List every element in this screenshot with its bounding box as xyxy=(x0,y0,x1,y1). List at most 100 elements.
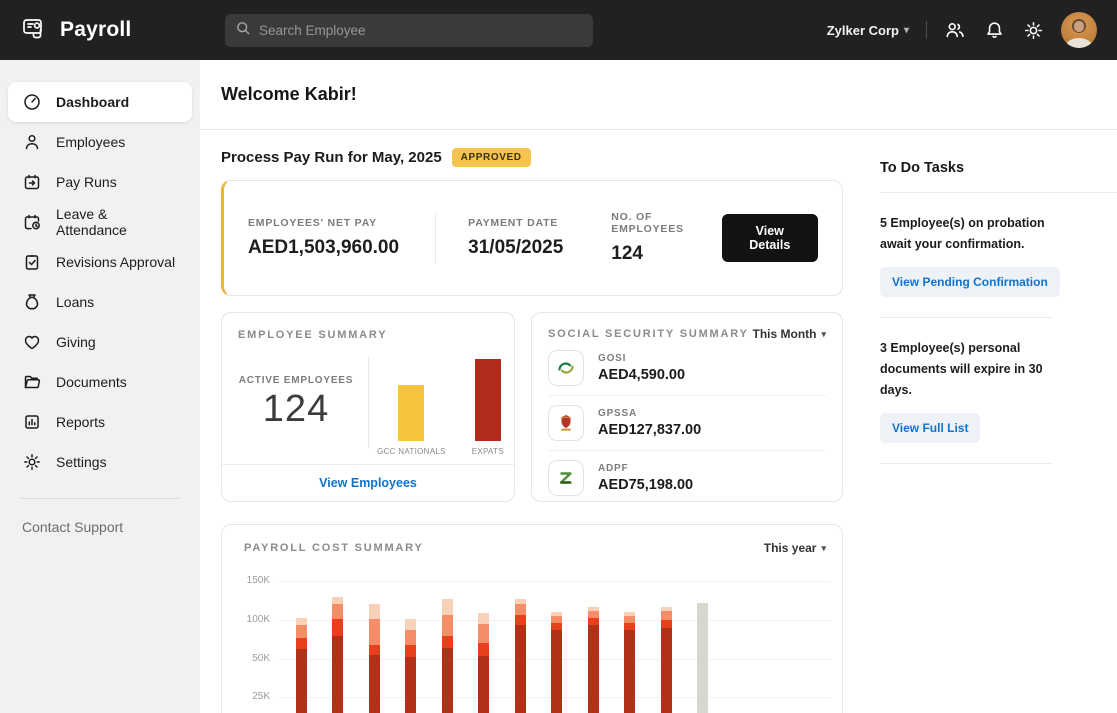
provider-name: GOSI xyxy=(598,353,685,364)
period-dropdown-month[interactable]: This Month ▾ xyxy=(752,327,826,341)
provider-name: ADPF xyxy=(598,463,693,474)
stat-divider xyxy=(435,213,436,263)
view-pending-confirmation-button[interactable]: View Pending Confirmation xyxy=(880,267,1060,297)
stacked-bar-segment xyxy=(697,603,708,713)
gosi-logo-icon xyxy=(548,350,584,386)
stacked-bar-segment xyxy=(296,618,307,625)
stat-label: PAYMENT DATE xyxy=(468,217,563,229)
employee-search[interactable] xyxy=(225,14,593,47)
bar-label: EXPATS xyxy=(472,447,504,456)
social-security-row-gosi: GOSI AED4,590.00 xyxy=(548,341,826,395)
sidebar-item-dashboard[interactable]: Dashboard xyxy=(8,82,192,122)
users-icon[interactable] xyxy=(944,19,966,41)
payrun-summary-card: EMPLOYEES' NET PAY AED1,503,960.00 PAYME… xyxy=(221,180,843,296)
provider-amount: AED75,198.00 xyxy=(598,477,693,493)
stacked-bar-segment xyxy=(588,625,599,713)
view-details-button[interactable]: View Details xyxy=(722,214,818,262)
stacked-bar-segment xyxy=(661,611,672,620)
payment-date-stat: PAYMENT DATE 31/05/2025 xyxy=(468,217,563,259)
sidebar-item-label: Settings xyxy=(56,454,107,470)
sidebar-item-leave-attendance[interactable]: Leave & Attendance xyxy=(8,202,192,242)
leave-attendance-icon xyxy=(22,212,42,232)
dropdown-value: This Month xyxy=(752,327,816,341)
giving-heart-icon xyxy=(22,332,42,352)
topbar: Payroll Zylker Corp ▾ xyxy=(0,0,1117,60)
task-text: 5 Employee(s) on probation await your co… xyxy=(880,213,1070,254)
stat-value: AED1,503,960.00 xyxy=(248,237,403,259)
social-security-row-adpf: ADPF AED75,198.00 xyxy=(548,451,826,505)
employee-mix-chart: GCC NATIONALSEXPATS xyxy=(377,349,504,456)
stacked-bar-segment xyxy=(405,619,416,630)
search-input[interactable] xyxy=(259,23,583,38)
period-dropdown-year[interactable]: This year ▾ xyxy=(764,541,826,555)
sidebar-item-loans[interactable]: Loans xyxy=(8,282,192,322)
main-area: Welcome Kabir! Process Pay Run for May, … xyxy=(200,60,1117,713)
stacked-bar-segment xyxy=(624,612,635,616)
stacked-bar-segment xyxy=(661,628,672,713)
sidebar-item-reports[interactable]: Reports xyxy=(8,402,192,442)
sidebar-item-label: Employees xyxy=(56,134,125,150)
stacked-bar-segment xyxy=(369,645,380,655)
provider-name: GPSSA xyxy=(598,408,701,419)
gridline xyxy=(278,581,830,582)
org-selector[interactable]: Zylker Corp ▾ xyxy=(827,23,909,38)
stat-label: EMPLOYEES' NET PAY xyxy=(248,217,403,229)
view-full-list-button[interactable]: View Full List xyxy=(880,413,980,443)
page-title: Welcome Kabir! xyxy=(221,84,357,105)
stacked-bar-segment xyxy=(332,604,343,619)
payrun-heading-row: Process Pay Run for May, 2025 APPROVED xyxy=(221,148,843,167)
sidebar-item-employees[interactable]: Employees xyxy=(8,122,192,162)
active-employees-stat: ACTIVE EMPLOYEES 124 xyxy=(232,375,360,431)
user-avatar[interactable] xyxy=(1061,12,1097,48)
avatar-face xyxy=(1074,21,1084,32)
stacked-bar-segment xyxy=(442,599,453,615)
stacked-bar-segment xyxy=(661,620,672,628)
vertical-divider xyxy=(368,357,369,449)
topbar-separator xyxy=(926,21,927,39)
stacked-bar-segment xyxy=(588,607,599,611)
sidebar: Dashboard Employees Pay Runs Leave & Att… xyxy=(0,60,200,713)
documents-folder-icon xyxy=(22,372,42,392)
view-employees-link[interactable]: View Employees xyxy=(319,476,417,490)
search-icon xyxy=(235,20,251,41)
contact-support-link[interactable]: Contact Support xyxy=(22,519,192,535)
stacked-bar-segment xyxy=(332,636,343,713)
notifications-bell-icon[interactable] xyxy=(983,19,1005,41)
sidebar-item-giving[interactable]: Giving xyxy=(8,322,192,362)
todo-panel: To Do Tasks 5 Employee(s) on probation a… xyxy=(843,130,1117,713)
provider-amount: AED127,837.00 xyxy=(598,422,701,438)
org-name: Zylker Corp xyxy=(827,23,899,38)
todo-title: To Do Tasks xyxy=(880,160,1117,176)
employees-icon xyxy=(22,132,42,152)
loans-icon xyxy=(22,292,42,312)
sidebar-item-label: Loans xyxy=(56,294,94,310)
employee-summary-card: EMPLOYEE SUMMARY ACTIVE EMPLOYEES 124 GC… xyxy=(221,312,515,502)
sidebar-item-documents[interactable]: Documents xyxy=(8,362,192,402)
settings-gear-icon[interactable] xyxy=(1022,19,1044,41)
task-text: 3 Employee(s) personal documents will ex… xyxy=(880,338,1070,400)
payroll-cost-chart: 150K100K50K25K xyxy=(222,563,842,713)
stacked-bar-segment xyxy=(478,656,489,713)
sidebar-divider xyxy=(20,498,180,499)
card-title: SOCIAL SECURITY SUMMARY xyxy=(548,328,749,340)
stacked-bar-segment xyxy=(515,625,526,713)
welcome-header: Welcome Kabir! xyxy=(200,60,1117,130)
avatar-shoulders xyxy=(1066,38,1092,48)
stacked-bar-segment xyxy=(442,636,453,648)
sidebar-item-label: Revisions Approval xyxy=(56,254,175,270)
bar xyxy=(475,359,501,441)
stacked-bar-segment xyxy=(296,625,307,637)
stacked-bar-segment xyxy=(332,597,343,604)
y-axis-tick: 100K xyxy=(230,614,270,625)
sidebar-item-label: Dashboard xyxy=(56,94,129,110)
provider-amount: AED4,590.00 xyxy=(598,367,685,383)
chevron-down-icon: ▾ xyxy=(821,329,826,340)
stacked-bar-segment xyxy=(661,607,672,611)
social-security-card: SOCIAL SECURITY SUMMARY This Month ▾ xyxy=(531,312,843,502)
chevron-down-icon: ▾ xyxy=(904,25,909,36)
sidebar-item-pay-runs[interactable]: Pay Runs xyxy=(8,162,192,202)
sidebar-item-revisions-approval[interactable]: Revisions Approval xyxy=(8,242,192,282)
sidebar-item-label: Leave & Attendance xyxy=(56,206,178,238)
sidebar-item-settings[interactable]: Settings xyxy=(8,442,192,482)
stacked-bar-segment xyxy=(588,618,599,626)
